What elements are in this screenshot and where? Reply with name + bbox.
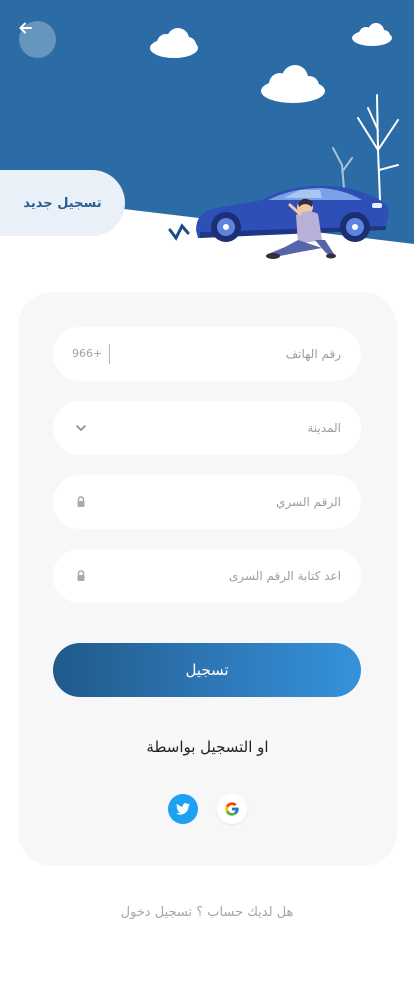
- city-select[interactable]: المدينة: [53, 401, 361, 455]
- phone-placeholder: رقم الهاتف: [285, 347, 341, 361]
- confirm-password-placeholder: اعد كتابة الرقم السرى: [228, 569, 341, 583]
- hero-illustration: تسجيل جديد: [0, 0, 414, 300]
- password-input[interactable]: الرقم السري: [53, 475, 361, 529]
- confirm-password-input[interactable]: اعد كتابة الرقم السرى: [53, 549, 361, 603]
- back-button[interactable]: [19, 21, 56, 58]
- twitter-login-button[interactable]: [168, 794, 198, 824]
- hero-background: [0, 0, 414, 259]
- lock-icon: [77, 496, 85, 507]
- lock-icon: [77, 570, 85, 581]
- new-registration-label: تسجيل جديد: [23, 195, 102, 211]
- chevron-down-icon: [76, 425, 86, 431]
- password-placeholder: الرقم السري: [276, 495, 341, 509]
- register-button[interactable]: تسجيل: [53, 643, 361, 697]
- twitter-icon: [176, 803, 190, 815]
- login-link[interactable]: هل لديك حساب ؟ تسجيل دخول: [0, 905, 414, 920]
- arrow-left-icon: [19, 22, 32, 34]
- registration-card: 966+ رقم الهاتف المدينة الرقم السري اعد …: [18, 292, 397, 866]
- new-registration-tab[interactable]: تسجيل جديد: [0, 170, 125, 236]
- or-register-with-label: او التسجيل بواسطة: [146, 738, 269, 756]
- logo-icon: [168, 223, 190, 241]
- city-placeholder: المدينة: [307, 421, 341, 435]
- field-divider: [109, 344, 110, 364]
- country-code: 966+: [72, 347, 103, 360]
- google-icon: [225, 802, 239, 816]
- phone-input[interactable]: 966+ رقم الهاتف: [53, 327, 361, 381]
- google-login-button[interactable]: [217, 794, 247, 824]
- register-button-label: تسجيل: [185, 661, 229, 679]
